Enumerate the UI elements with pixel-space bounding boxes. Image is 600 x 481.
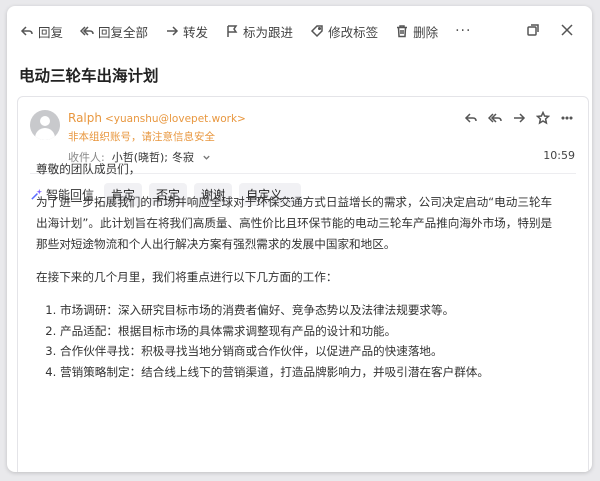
email-subject: 电动三轮车出海计划 — [19, 67, 159, 85]
forward-button[interactable]: 转发 — [165, 22, 208, 41]
trash-icon — [397, 25, 408, 38]
pop-out-icon[interactable] — [526, 23, 540, 37]
sender-name[interactable]: Ralph — [68, 111, 102, 125]
forward-icon[interactable] — [512, 111, 526, 125]
reply-button[interactable]: 回复 — [20, 22, 63, 41]
reply-icon[interactable] — [464, 111, 478, 125]
header-actions — [464, 111, 574, 125]
sender-line: Ralph <yuanshu@lovepet.work> — [68, 111, 246, 125]
sender-address: <yuanshu@lovepet.work> — [104, 113, 246, 125]
more-icon: ··· — [455, 23, 472, 39]
forward-icon — [167, 26, 179, 36]
toolbar: 回复 回复全部 转发 标为跟进 修改标签 删除 ··· — [7, 6, 592, 56]
body-paragraph: 为了进一步拓展我们的市场并响应全球对于环保交通方式日益增长的需求，公司决定启动“… — [36, 195, 553, 251]
mail-window: 回复 回复全部 转发 标为跟进 修改标签 删除 ··· 电动三轮车出海计划 Ra… — [7, 6, 592, 472]
reply-icon — [20, 26, 33, 36]
more-icon[interactable] — [560, 111, 574, 125]
window-controls — [526, 23, 574, 37]
tag-icon — [311, 25, 323, 38]
more-button[interactable]: ··· — [455, 24, 471, 38]
close-icon[interactable] — [560, 23, 574, 37]
flag-icon — [227, 25, 238, 37]
task-list: 市场调研：深入研究目标市场的消费者偏好、竞争态势以及法律法规要求等。 产品适配：… — [36, 300, 556, 382]
reply-all-icon[interactable] — [488, 111, 502, 125]
list-item: 市场调研：深入研究目标市场的消费者偏好、竞争态势以及法律法规要求等。 — [60, 300, 556, 321]
reply-all-icon — [80, 26, 94, 36]
edit-tag-button[interactable]: 修改标签 — [310, 22, 378, 41]
greeting: 尊敬的团队成员们， — [36, 162, 141, 176]
sender-avatar — [30, 110, 60, 140]
list-item: 营销策略制定：结合线上线下的营销渠道，打造品牌影响力，并吸引潜在客户群体。 — [60, 362, 556, 383]
external-sender-warning: 非本组织账号，请注意信息安全 — [68, 131, 215, 143]
reply-all-button[interactable]: 回复全部 — [80, 22, 148, 41]
delete-button[interactable]: 删除 — [395, 22, 438, 41]
email-body: 尊敬的团队成员们， 为了进一步拓展我们的市场并响应全球对于环保交通方式日益增长的… — [36, 159, 556, 382]
body-paragraph: 在接下来的几个月里，我们将重点进行以下几方面的工作： — [36, 270, 338, 284]
star-icon[interactable] — [536, 111, 550, 125]
list-item: 合作伙伴寻找：积极寻找当地分销商或合作伙伴，以促进产品的快速落地。 — [60, 341, 556, 362]
flag-followup-button[interactable]: 标为跟进 — [225, 22, 293, 41]
list-item: 产品适配：根据目标市场的具体需求调整现有产品的设计和功能。 — [60, 321, 556, 342]
